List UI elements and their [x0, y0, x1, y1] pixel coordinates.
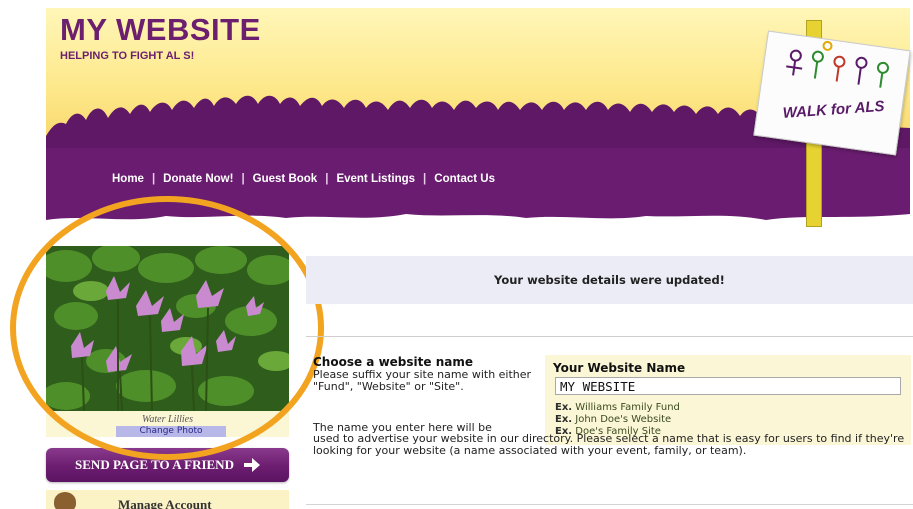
choose-name-suffix-hint: Please suffix your site name with either…: [313, 368, 532, 393]
photo-caption-box: Water Lillies Change Photo: [46, 411, 289, 437]
manage-account-box[interactable]: Manage Account: [46, 490, 289, 509]
website-name-label: Your Website Name: [553, 361, 686, 375]
example-prefix: Ex.: [555, 402, 573, 413]
page: MY WEBSITE HELPING TO FIGHT AL S! Home |…: [0, 0, 913, 509]
website-name-input[interactable]: [555, 377, 901, 395]
site-title: MY WEBSITE: [60, 12, 261, 47]
bottom-divider: [306, 504, 913, 505]
nav-event-listings[interactable]: Event Listings: [336, 173, 415, 185]
water-lilies-photo[interactable]: [46, 246, 289, 411]
manage-account-label: Manage Account: [118, 497, 212, 509]
send-page-to-friend-button[interactable]: SEND PAGE TO A FRIEND: [46, 448, 289, 482]
example-prefix: Ex.: [555, 414, 573, 425]
nav-separator: |: [241, 173, 245, 185]
teddy-bear-icon: [54, 492, 76, 509]
nav-home[interactable]: Home: [112, 173, 144, 185]
photo-caption: Water Lillies: [141, 414, 194, 425]
update-notice-text: Your website details were updated!: [494, 273, 725, 287]
photo-image: [46, 246, 289, 411]
example-text: John Doe's Website: [575, 414, 672, 425]
name-description: used to advertise your website in our di…: [313, 432, 905, 457]
section-divider: [306, 336, 913, 337]
main-nav: Home | Donate Now! | Guest Book | Event …: [112, 173, 495, 185]
walk-for-als-sign: WALK for ALS: [753, 30, 911, 156]
nav-contact-us[interactable]: Contact Us: [434, 173, 495, 185]
update-notice: Your website details were updated!: [306, 256, 913, 304]
sign-text: WALK for ALS: [782, 97, 886, 122]
nav-donate-now[interactable]: Donate Now!: [163, 173, 233, 185]
change-photo-link[interactable]: Change Photo: [116, 426, 226, 437]
nav-separator: |: [325, 173, 329, 185]
nav-separator: |: [151, 173, 156, 185]
site-tagline: HELPING TO FIGHT AL S!: [60, 50, 195, 62]
nav-guest-book[interactable]: Guest Book: [253, 173, 318, 185]
send-button-label: SEND PAGE TO A FRIEND: [75, 457, 234, 472]
choose-name-heading: Choose a website name: [313, 355, 473, 369]
example-text: Williams Family Fund: [575, 402, 680, 413]
example-item: Ex. Williams Family Fund: [555, 402, 680, 414]
example-item: Ex. John Doe's Website: [555, 414, 680, 426]
nav-separator: |: [423, 173, 427, 185]
choose-name-instructions: Please suffix your site name with either…: [313, 369, 545, 434]
arrow-right-icon: [243, 458, 260, 472]
